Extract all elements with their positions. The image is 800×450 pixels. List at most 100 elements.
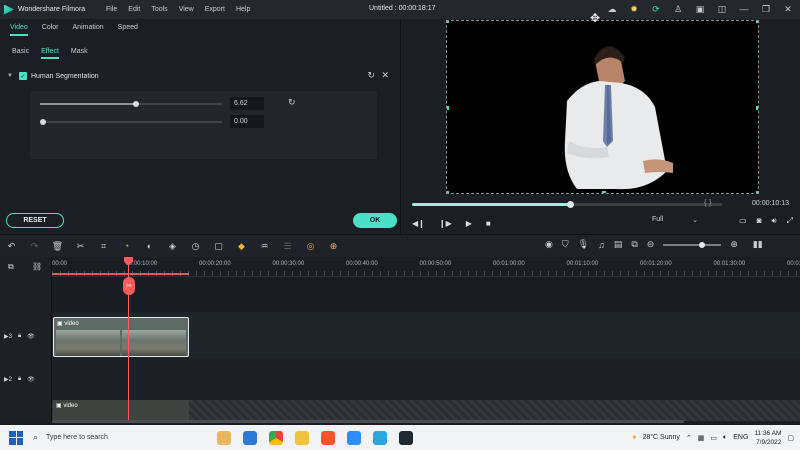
tray-chevron-icon[interactable]: ⌃ [686,434,692,442]
tab-video[interactable]: Video [10,24,28,36]
mask-icon[interactable]: ◈ [161,241,184,252]
volume-icon[interactable]: 🔊︎ [772,216,777,226]
network-icon[interactable]: ▦ [698,434,705,442]
transform-icon[interactable]: ▢ [207,241,230,252]
play-icon[interactable]: ▶ [466,219,472,228]
menu-tools[interactable]: Tools [151,6,167,13]
playback-progress-bar[interactable] [412,201,722,208]
menu-help[interactable]: Help [236,6,250,13]
effect-enable-checkbox[interactable]: ✓ [18,72,27,80]
motion-tracking-icon[interactable]: ◎ [299,241,322,252]
user-icon[interactable]: ♙ [670,2,686,16]
zoom-app-icon[interactable] [347,430,361,445]
resize-handle-left[interactable] [447,106,449,110]
lightbulb-icon[interactable]: ✹ [626,2,642,16]
close-icon[interactable]: ✕ [780,2,796,16]
subtab-effect[interactable]: Effect [41,48,59,59]
panel-toggle-icon[interactable]: ▮▮ [753,239,763,250]
battery-icon[interactable]: ▭ [710,434,717,442]
auto-reframe-icon[interactable]: ⊕ [322,241,345,252]
redo-icon[interactable]: ↷ [23,241,46,252]
notifications-icon[interactable]: ▢ [787,434,794,442]
speed-icon[interactable]: ◔ [115,241,138,251]
video-clip[interactable]: ▣ video [53,400,189,421]
effect-remove-icon[interactable]: ✕ [381,70,389,81]
task-view-icon[interactable] [243,430,257,445]
save-icon[interactable]: ▣ [692,2,708,16]
timer-icon[interactable]: ◷ [184,241,207,252]
cut-icon[interactable]: ✂ [69,241,92,252]
snapshot-icon[interactable]: ◙ [757,216,762,226]
render-icon[interactable]: ◉ [545,239,553,250]
headset-icon[interactable]: ⟳ [648,2,664,16]
resize-handle-bottom[interactable] [602,191,606,193]
resize-handle-tr[interactable] [756,21,758,23]
menu-edit[interactable]: Edit [128,6,140,13]
quality-select[interactable]: Full ⌄ [652,216,698,224]
widgets-icon[interactable] [217,430,231,445]
audio-icon[interactable]: ♒ [253,241,276,252]
slider-2-value[interactable]: 0.00 [230,115,264,128]
filmora-taskbar-icon[interactable] [399,430,413,445]
subtab-basic[interactable]: Basic [12,48,29,59]
video-clip[interactable]: ▣ video [53,317,189,357]
add-track-icon[interactable]: ⧉ [8,262,14,272]
language[interactable]: ENG [733,434,748,441]
in-out-markers[interactable]: { } [704,198,712,207]
split-scissors-icon[interactable]: ✂ [123,277,135,295]
zoom-slider[interactable] [663,241,722,248]
clock[interactable]: 11:36 AM 7/9/2022 [754,429,781,447]
zoom-out-icon[interactable]: ⊖ [647,239,655,250]
menu-export[interactable]: Export [205,6,225,13]
subtitle-icon[interactable]: ▤ [614,239,623,250]
windows-start-icon[interactable] [9,430,23,445]
collapse-caret-icon[interactable]: ▼ [7,73,13,79]
link-icon[interactable]: ⛓ [32,262,42,271]
tab-color[interactable]: Color [42,24,59,36]
zoom-knob[interactable] [699,241,706,248]
slider-2-track[interactable] [40,121,222,123]
maximize-icon[interactable]: ❐ [758,2,774,16]
menu-file[interactable]: File [106,6,117,13]
notification-icon[interactable]: ◫ [714,2,730,16]
mic-icon[interactable]: 🎙︎ [578,239,589,250]
voiceover-icon[interactable]: ♫ [598,240,605,250]
slider-1-reset-icon[interactable]: ↻ [288,97,296,108]
file-explorer-icon[interactable] [295,430,309,445]
resize-handle-br[interactable] [756,191,758,193]
subtab-mask[interactable]: Mask [71,48,88,59]
tab-speed[interactable]: Speed [118,24,138,36]
delete-icon[interactable]: 🗑︎ [46,241,69,252]
brave-icon[interactable] [321,430,335,445]
store-icon[interactable] [373,430,387,445]
resize-handle-bl[interactable] [447,191,449,193]
eye-icon[interactable]: 👁︎ [27,333,35,340]
slider-1-knob[interactable] [133,101,140,107]
resize-handle-right[interactable] [756,106,758,110]
cloud-icon[interactable]: ☁ [604,2,620,16]
chrome-icon[interactable] [269,430,283,445]
tab-animation[interactable]: Animation [73,24,104,36]
slider-1-value[interactable]: 6.62 [230,97,264,110]
minimize-icon[interactable]: — [736,2,752,16]
lock-icon[interactable]: 🔒︎ [18,333,21,340]
menu-view[interactable]: View [179,6,194,13]
color-icon[interactable]: ◐ [138,241,161,251]
preview-canvas[interactable] [446,20,759,194]
play-step-icon[interactable]: ❙▶ [439,219,452,228]
fullscreen-icon[interactable]: ⤢ [787,216,793,226]
resize-handle-tl[interactable] [447,21,449,23]
lock-icon[interactable]: 🔒︎ [18,376,21,383]
eye-icon[interactable]: 👁︎ [27,376,35,383]
ok-button[interactable]: OK [353,213,397,228]
slider-2-knob[interactable] [40,119,46,125]
volume-tray-icon[interactable]: 🔈︎ [723,434,727,442]
keyframe-icon[interactable]: ◆ [230,241,253,252]
prev-frame-icon[interactable]: ◀❙ [412,219,425,228]
display-icon[interactable]: ▭ [739,216,747,226]
reset-button[interactable]: RESET [6,213,64,228]
marker-icon[interactable]: ⛉ [562,239,569,250]
timeline-scrollbar[interactable] [52,420,684,423]
stop-icon[interactable]: ■ [486,219,491,228]
undo-icon[interactable]: ↶ [0,241,23,252]
